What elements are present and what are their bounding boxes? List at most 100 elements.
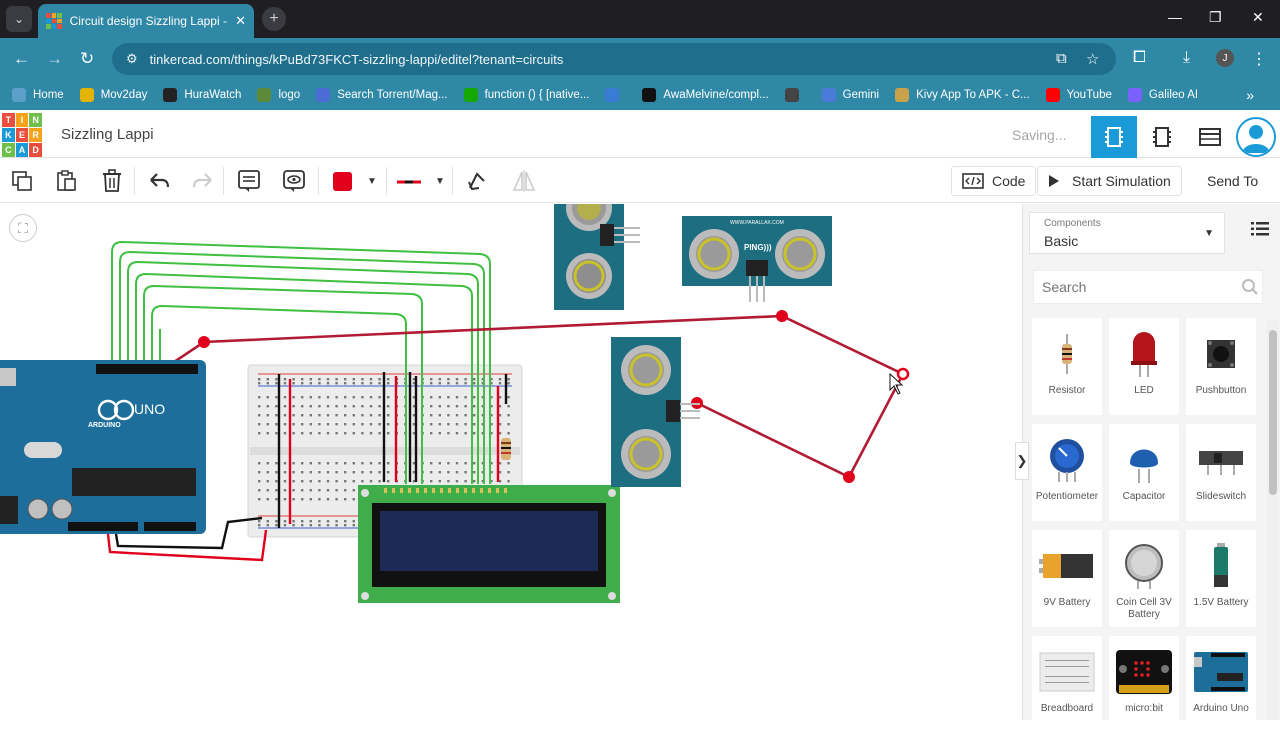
wire-color-caret-icon[interactable]: ▼ <box>367 176 377 187</box>
bookmark-item[interactable]: Galileo AI <box>1127 88 1198 102</box>
back-icon[interactable]: ← <box>13 49 30 69</box>
component-resistor[interactable]: Resistor <box>1032 318 1102 415</box>
bookmark-item[interactable]: logo <box>257 88 300 102</box>
component-battery-15v[interactable]: 1.5V Battery <box>1186 530 1256 627</box>
components-search-input[interactable] <box>1033 270 1263 304</box>
minimize-icon[interactable]: — <box>1168 9 1182 25</box>
lcd-display[interactable] <box>358 485 620 603</box>
scrollbar-thumb[interactable] <box>1269 330 1277 495</box>
tab-close-icon[interactable]: ✕ <box>235 13 246 29</box>
bookmark-item[interactable]: Search Torrent/Mag... <box>316 88 448 102</box>
editor-toolbar: ▼ ▼ Code Start Simulation Send To <box>0 159 1280 203</box>
sensor-2-brand: WWW.PARALLAX.COM <box>730 220 784 226</box>
profile-avatar[interactable]: J <box>1216 49 1234 67</box>
resistor[interactable] <box>501 438 511 460</box>
bookmark-item[interactable]: YouTube <box>1045 88 1112 102</box>
code-button[interactable]: Code <box>951 166 1037 196</box>
delete-button[interactable] <box>99 168 125 194</box>
torrent-icon <box>316 88 331 102</box>
forward-icon[interactable]: → <box>46 49 63 69</box>
wire-color-swatch[interactable] <box>333 172 352 191</box>
reload-icon[interactable]: ↻ <box>80 49 94 69</box>
bookmark-label: AwaMelvine/compl... <box>663 89 769 101</box>
bookmark-item[interactable] <box>784 88 806 102</box>
browser-tab-active[interactable]: Circuit design Sizzling Lappi - T ✕ <box>38 4 254 38</box>
component-list-button[interactable] <box>1187 116 1233 158</box>
save-status: Saving... <box>1012 127 1067 143</box>
ultrasonic-sensor-2[interactable]: WWW.PARALLAX.COM PING))) <box>682 216 832 302</box>
panel-scrollbar[interactable] <box>1267 320 1279 720</box>
bookmark-item[interactable]: AwaMelvine/compl... <box>642 88 769 102</box>
restore-icon[interactable]: ❐ <box>1209 9 1222 26</box>
component-microbit[interactable]: micro:bit <box>1109 636 1179 733</box>
project-title[interactable]: Sizzling Lappi <box>61 126 154 143</box>
arrow-bookmark-icon <box>605 88 620 102</box>
notes-button[interactable] <box>236 168 262 194</box>
component-label: 1.5V Battery <box>1193 597 1249 608</box>
components-category-select[interactable]: Components Basic ▼ <box>1029 212 1225 254</box>
component-label: 9V Battery <box>1043 597 1091 608</box>
more-bookmarks-icon[interactable]: » <box>1246 87 1254 103</box>
collapse-panel-button[interactable]: ❯ <box>1015 442 1029 480</box>
wire-type-caret-icon[interactable]: ▼ <box>435 176 445 187</box>
component-coin-cell[interactable]: Coin Cell 3V Battery <box>1109 530 1179 627</box>
redo-button[interactable] <box>190 168 216 194</box>
component-label: Capacitor <box>1122 491 1166 502</box>
ultrasonic-sensor-1[interactable] <box>554 204 640 310</box>
list-view-button[interactable] <box>1251 222 1269 241</box>
component-breadboard[interactable]: Breadboard <box>1032 636 1102 733</box>
notes-toggle-button[interactable] <box>281 168 307 194</box>
bookmark-item[interactable]: Mov2day <box>79 88 147 102</box>
component-label: Breadboard <box>1040 703 1094 714</box>
rotate-icon <box>468 172 485 191</box>
new-tab-button[interactable]: + <box>262 7 286 31</box>
component-label: Slideswitch <box>1195 491 1247 502</box>
component-arduino-uno[interactable]: Arduino Uno <box>1186 636 1256 733</box>
wire-type-icon[interactable] <box>396 179 422 185</box>
browser-menu-icon[interactable]: ⋮ <box>1251 49 1267 69</box>
ultrasonic-sensor-3[interactable] <box>611 337 700 487</box>
battery-9v-icon <box>1032 536 1102 596</box>
schematic-view-button[interactable] <box>1139 116 1185 158</box>
component-slideswitch[interactable]: Slideswitch <box>1186 424 1256 521</box>
bookmark-star-icon[interactable]: ☆ <box>1086 50 1099 68</box>
user-avatar[interactable] <box>1236 117 1276 157</box>
power-wire-red[interactable] <box>106 529 268 562</box>
site-info-icon[interactable]: ⚙ <box>126 51 138 67</box>
bookmark-item[interactable]: Gemini <box>821 88 879 102</box>
tinkercad-logo[interactable]: TINKERCAD <box>2 113 42 157</box>
rotate-button[interactable] <box>464 168 490 194</box>
extensions-icon[interactable]: ⧠ <box>1133 49 1146 67</box>
window-close-icon[interactable]: ✕ <box>1252 9 1264 26</box>
circuit-view-button[interactable] <box>1091 116 1137 158</box>
component-led[interactable]: LED <box>1109 318 1179 415</box>
bookmark-item[interactable]: Home <box>12 88 64 102</box>
url-text[interactable]: tinkercad.com/things/kPuBd73FKCT-sizzlin… <box>150 52 564 67</box>
undo-button[interactable] <box>146 168 172 194</box>
search-icon <box>1241 278 1259 301</box>
address-bar[interactable]: ⚙ tinkercad.com/things/kPuBd73FKCT-sizzl… <box>112 43 1116 75</box>
downloads-icon[interactable]: ⤓ <box>1183 49 1190 67</box>
component-battery-9v[interactable]: 9V Battery <box>1032 530 1102 627</box>
tab-search-button[interactable]: ⌄ <box>6 6 32 32</box>
flip-button[interactable] <box>511 168 537 194</box>
bookmark-item[interactable]: function () { [native... <box>463 88 589 102</box>
logo-letter: N <box>29 113 42 127</box>
send-to-button[interactable]: Send To <box>1197 166 1269 196</box>
start-simulation-button[interactable]: Start Simulation <box>1037 166 1182 196</box>
bookmark-item[interactable]: Kivy App To APK - C... <box>895 88 1030 102</box>
component-potentiometer[interactable]: Potentiometer <box>1032 424 1102 521</box>
component-pushbutton[interactable]: Pushbutton <box>1186 318 1256 415</box>
component-capacitor[interactable]: Capacitor <box>1109 424 1179 521</box>
user-avatar-icon <box>1242 125 1270 153</box>
copy-button[interactable] <box>9 168 35 194</box>
toolbar-divider <box>134 167 135 195</box>
bookmark-item[interactable]: HuraWatch <box>163 88 241 102</box>
bookmark-item[interactable] <box>605 88 626 102</box>
potentiometer-icon <box>1032 430 1102 490</box>
circuit-canvas[interactable]: ⛶ UNO ARDUINO WWW.PARALLAX.COM PING))) <box>0 204 1022 720</box>
arduino-uno-board[interactable]: UNO ARDUINO <box>0 360 206 534</box>
redo-icon <box>192 173 212 188</box>
install-app-icon[interactable]: ⧉ <box>1056 50 1067 67</box>
paste-button[interactable] <box>53 168 79 194</box>
